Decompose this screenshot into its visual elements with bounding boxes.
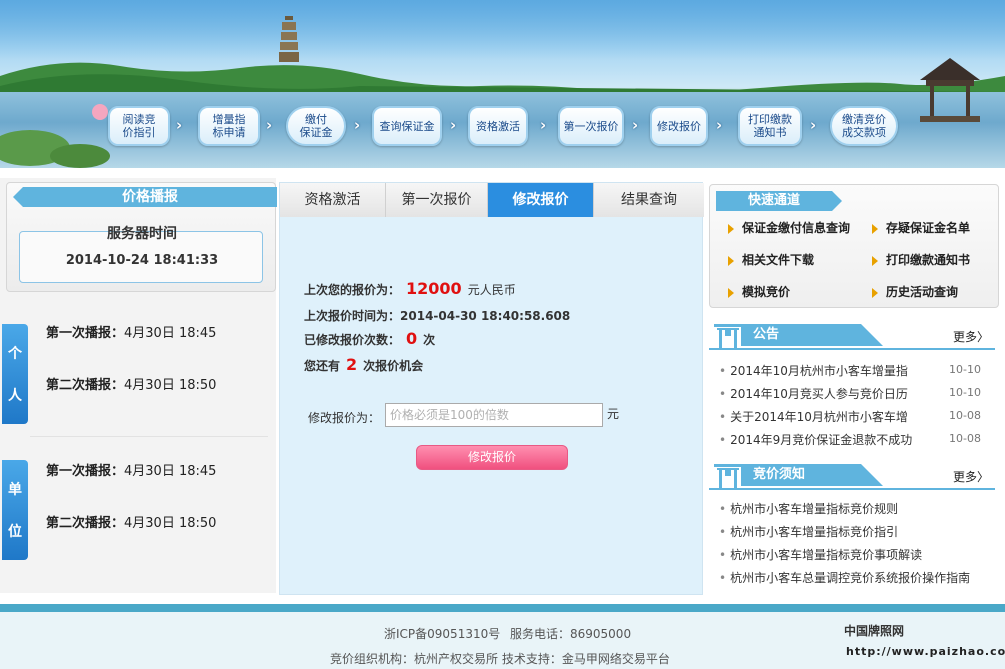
footer-phone: 服务电话：86905000 — [510, 627, 632, 641]
quick-links-title: 快速通道 — [716, 191, 842, 211]
footer-bar — [0, 604, 1005, 612]
rule-item[interactable]: 杭州市小客车增量指标竞价规则 — [719, 500, 898, 517]
notice-date: 10-08 — [949, 432, 981, 445]
pagoda-image — [279, 16, 299, 62]
remaining-count-value: 2 — [346, 355, 358, 374]
remaining-chances-line: 您还有 2 次报价机会 — [304, 355, 424, 374]
triangle-right-icon — [728, 287, 734, 298]
notice-item[interactable]: 关于2014年10月杭州市小客车增 — [719, 408, 908, 425]
step-first-bid[interactable]: 第一次报价 — [558, 106, 624, 146]
rule-item[interactable]: 杭州市小客车增量指标竞价指引 — [719, 523, 898, 540]
sidebar-right: 快速通道 保证金缴付信息查询 存疑保证金名单 相关文件下载 打印缴款通知书 模拟… — [707, 182, 1003, 595]
triangle-right-icon — [872, 255, 878, 266]
tab-modify-bid[interactable]: 修改报价 — [488, 183, 594, 217]
step-activate[interactable]: 资格激活 — [468, 106, 528, 146]
chevron-right-icon: › — [810, 116, 817, 134]
gate-icon — [714, 324, 742, 348]
watermark-brand: 中国牌照网 — [844, 624, 905, 638]
rule-item[interactable]: 杭州市小客车总量调控竞价系统报价操作指南 — [719, 569, 970, 586]
step-modify-bid[interactable]: 修改报价 — [650, 106, 708, 146]
tab-activate[interactable]: 资格激活 — [280, 183, 386, 217]
notice-date: 10-08 — [949, 409, 981, 422]
broadcast-group-company: 单 位 第一次播报：4月30日 18:45 第二次播报：4月30日 18:50 — [0, 450, 276, 568]
modify-price-unit: 元 — [607, 407, 620, 421]
last-time-line: 上次报价时间为：2014-04-30 18:40:58.608 — [304, 309, 571, 323]
step-query-deposit[interactable]: 查询保证金 — [372, 106, 442, 146]
quick-link[interactable]: 保证金缴付信息查询 — [728, 219, 850, 236]
price-broadcast-panel: 价格播报 服务器时间 2014-10-24 18:41:33 个 人 第一次播报… — [0, 178, 277, 593]
quick-link[interactable]: 打印缴款通知书 — [872, 251, 970, 268]
rules-header: 竞价须知 更多〉 — [709, 460, 999, 490]
last-price-value: 12000 — [406, 279, 462, 298]
chevron-right-icon: › — [266, 116, 273, 134]
divider — [709, 348, 995, 350]
notice-more-link[interactable]: 更多〉 — [953, 328, 989, 345]
price-box: 价格播报 服务器时间 2014-10-24 18:41:33 — [6, 182, 277, 292]
footer-icp: 浙ICP备09051310号 — [384, 627, 501, 641]
divider — [30, 436, 268, 437]
tab-result-query[interactable]: 结果查询 — [594, 183, 704, 217]
quick-link[interactable]: 历史活动查询 — [872, 283, 958, 300]
price-broadcast-title: 价格播报 — [13, 187, 277, 207]
process-steps: 阅读竞 价指引 › 增量指 标申请 › 缴付 保证金 › 查询保证金 › 资格激… — [0, 106, 1005, 152]
chevron-right-icon: › — [176, 116, 183, 134]
modified-count-line: 已修改报价次数： 0 次 — [304, 329, 436, 348]
notice-item[interactable]: 2014年10月杭州市小客车增量指 — [719, 362, 908, 379]
chevron-right-icon: › — [716, 116, 723, 134]
gate-icon — [714, 464, 742, 488]
chevron-right-icon: › — [354, 116, 361, 134]
quick-link[interactable]: 相关文件下载 — [728, 251, 814, 268]
group-tag-personal: 个 人 — [2, 324, 28, 424]
broadcast-row: 第一次播报：4月30日 18:45 — [46, 326, 217, 341]
broadcast-row: 第二次播报：4月30日 18:50 — [46, 516, 217, 531]
quick-links-panel: 快速通道 保证金缴付信息查询 存疑保证金名单 相关文件下载 打印缴款通知书 模拟… — [709, 184, 999, 308]
triangle-right-icon — [872, 287, 878, 298]
notice-date: 10-10 — [949, 386, 981, 399]
triangle-right-icon — [728, 255, 734, 266]
broadcast-row: 第一次播报：4月30日 18:45 — [46, 464, 217, 479]
server-time-label: 服务器时间 — [107, 226, 177, 242]
notice-title: 公告 — [741, 324, 883, 346]
last-price-line: 上次您的报价为： 12000 元人民币 — [304, 279, 516, 298]
modified-count-value: 0 — [406, 329, 418, 348]
tab-first-bid[interactable]: 第一次报价 — [386, 183, 488, 217]
broadcast-group-personal: 个 人 第一次播报：4月30日 18:45 第二次播报：4月30日 18:50 — [0, 314, 276, 432]
last-time-value: 2014-04-30 18:40:58.608 — [400, 309, 571, 323]
bid-panel: 资格激活 第一次报价 修改报价 结果查询 上次您的报价为： 12000 元人民币 上… — [279, 182, 704, 595]
chevron-right-icon: › — [632, 116, 639, 134]
step-apply-quota[interactable]: 增量指 标申请 — [198, 106, 260, 146]
modify-bid-button[interactable]: 修改报价 — [416, 445, 568, 470]
header-banner: 阅读竞 价指引 › 增量指 标申请 › 缴付 保证金 › 查询保证金 › 资格激… — [0, 0, 1005, 168]
chevron-right-icon: › — [540, 116, 547, 134]
notice-item[interactable]: 2014年9月竞价保证金退款不成功 — [719, 431, 912, 448]
divider — [709, 488, 995, 490]
quick-link[interactable]: 存疑保证金名单 — [872, 219, 970, 236]
step-read-guide[interactable]: 阅读竞 价指引 — [108, 106, 170, 146]
notice-header: 公告 更多〉 — [709, 320, 999, 350]
footer-org: 竞价组织机构：杭州产权交易所 技术支持：金马甲网络交易平台 — [330, 652, 670, 666]
triangle-right-icon — [872, 223, 878, 234]
watermark-url: http://www.paizhao.com.cn — [846, 645, 1005, 658]
notice-item[interactable]: 2014年10月竞买人参与竞价日历 — [719, 385, 908, 402]
modify-price-input[interactable] — [385, 403, 603, 427]
triangle-right-icon — [728, 223, 734, 234]
broadcast-row: 第二次播报：4月30日 18:50 — [46, 378, 217, 393]
rules-title: 竞价须知 — [741, 464, 883, 486]
group-tag-company: 单 位 — [2, 460, 28, 560]
step-print-notice[interactable]: 打印缴款 通知书 — [738, 106, 802, 146]
chevron-right-icon: › — [450, 116, 457, 134]
notice-date: 10-10 — [949, 363, 981, 376]
quick-link[interactable]: 模拟竞价 — [728, 283, 790, 300]
step-pay-deposit[interactable]: 缴付 保证金 — [286, 106, 346, 146]
rules-more-link[interactable]: 更多〉 — [953, 468, 989, 485]
bid-tabs: 资格激活 第一次报价 修改报价 结果查询 — [280, 183, 704, 217]
rule-item[interactable]: 杭州市小客车增量指标竞价事项解读 — [719, 546, 922, 563]
step-pay-final[interactable]: 缴清竞价 成交款项 — [830, 106, 898, 146]
modify-price-label: 修改报价为： — [308, 411, 381, 425]
server-time-value: 2014-10-24 18:41:33 — [65, 253, 219, 268]
